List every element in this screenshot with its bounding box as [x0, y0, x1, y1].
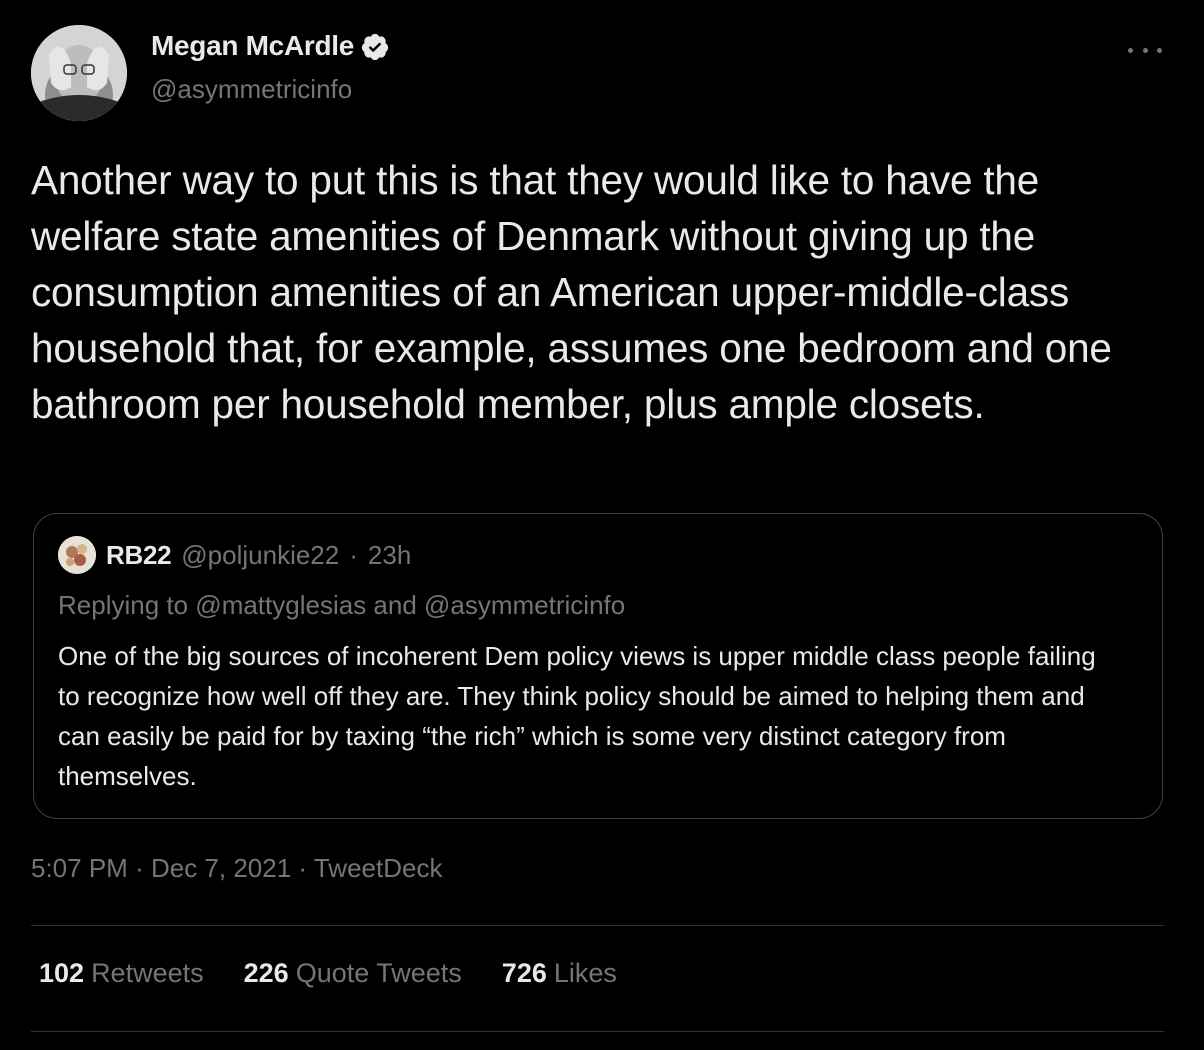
likes-label: Likes: [553, 958, 617, 988]
tweet-meta: 5:07 PM · Dec 7, 2021 · TweetDeck: [31, 853, 442, 884]
tweet-text: Another way to put this is that they wou…: [31, 157, 1112, 427]
quoted-author-name[interactable]: RB22: [106, 540, 172, 571]
quoted-author-handle[interactable]: @poljunkie22: [181, 540, 339, 571]
separator: ·: [135, 853, 144, 883]
quoted-tweet-text: One of the big sources of incoherent Dem…: [58, 641, 1096, 791]
engagement-stats: 102 Retweets 226 Quote Tweets 726 Likes: [39, 958, 617, 989]
quote-tweets-stat[interactable]: 226 Quote Tweets: [244, 958, 462, 989]
likes-count: 726: [501, 958, 547, 988]
author-avatar[interactable]: [31, 25, 127, 121]
retweets-count: 102: [39, 958, 85, 988]
tweet-time[interactable]: 5:07 PM: [31, 853, 128, 883]
quoted-timestamp[interactable]: 23h: [368, 540, 411, 571]
quoted-avatar[interactable]: [58, 536, 96, 574]
quoted-tweet[interactable]: RB22 @poljunkie22 · 23h Replying to @mat…: [33, 513, 1163, 819]
verified-badge-icon: [360, 32, 390, 62]
tweet-source[interactable]: TweetDeck: [314, 853, 443, 883]
author-handle[interactable]: @asymmetricinfo: [151, 74, 352, 105]
quoted-tweet-header: RB22 @poljunkie22 · 23h: [58, 536, 411, 574]
likes-stat[interactable]: 726 Likes: [502, 958, 617, 989]
author-info[interactable]: Megan McArdle: [151, 30, 390, 62]
divider: [31, 1031, 1164, 1032]
separator: ·: [349, 539, 358, 570]
retweets-label: Retweets: [91, 958, 204, 988]
tweet: Megan McArdle @asymmetricinfo Another wa…: [0, 0, 1204, 1050]
tweet-date[interactable]: Dec 7, 2021: [151, 853, 291, 883]
quote-tweets-label: Quote Tweets: [295, 958, 462, 988]
replying-to: Replying to @mattyglesias and @asymmetri…: [58, 590, 626, 620]
author-name[interactable]: Megan McArdle: [151, 30, 354, 62]
separator: ·: [298, 853, 308, 883]
quote-tweets-count: 226: [243, 958, 289, 988]
more-options-icon[interactable]: [1128, 40, 1162, 60]
divider: [31, 925, 1164, 926]
retweets-stat[interactable]: 102 Retweets: [39, 958, 204, 989]
